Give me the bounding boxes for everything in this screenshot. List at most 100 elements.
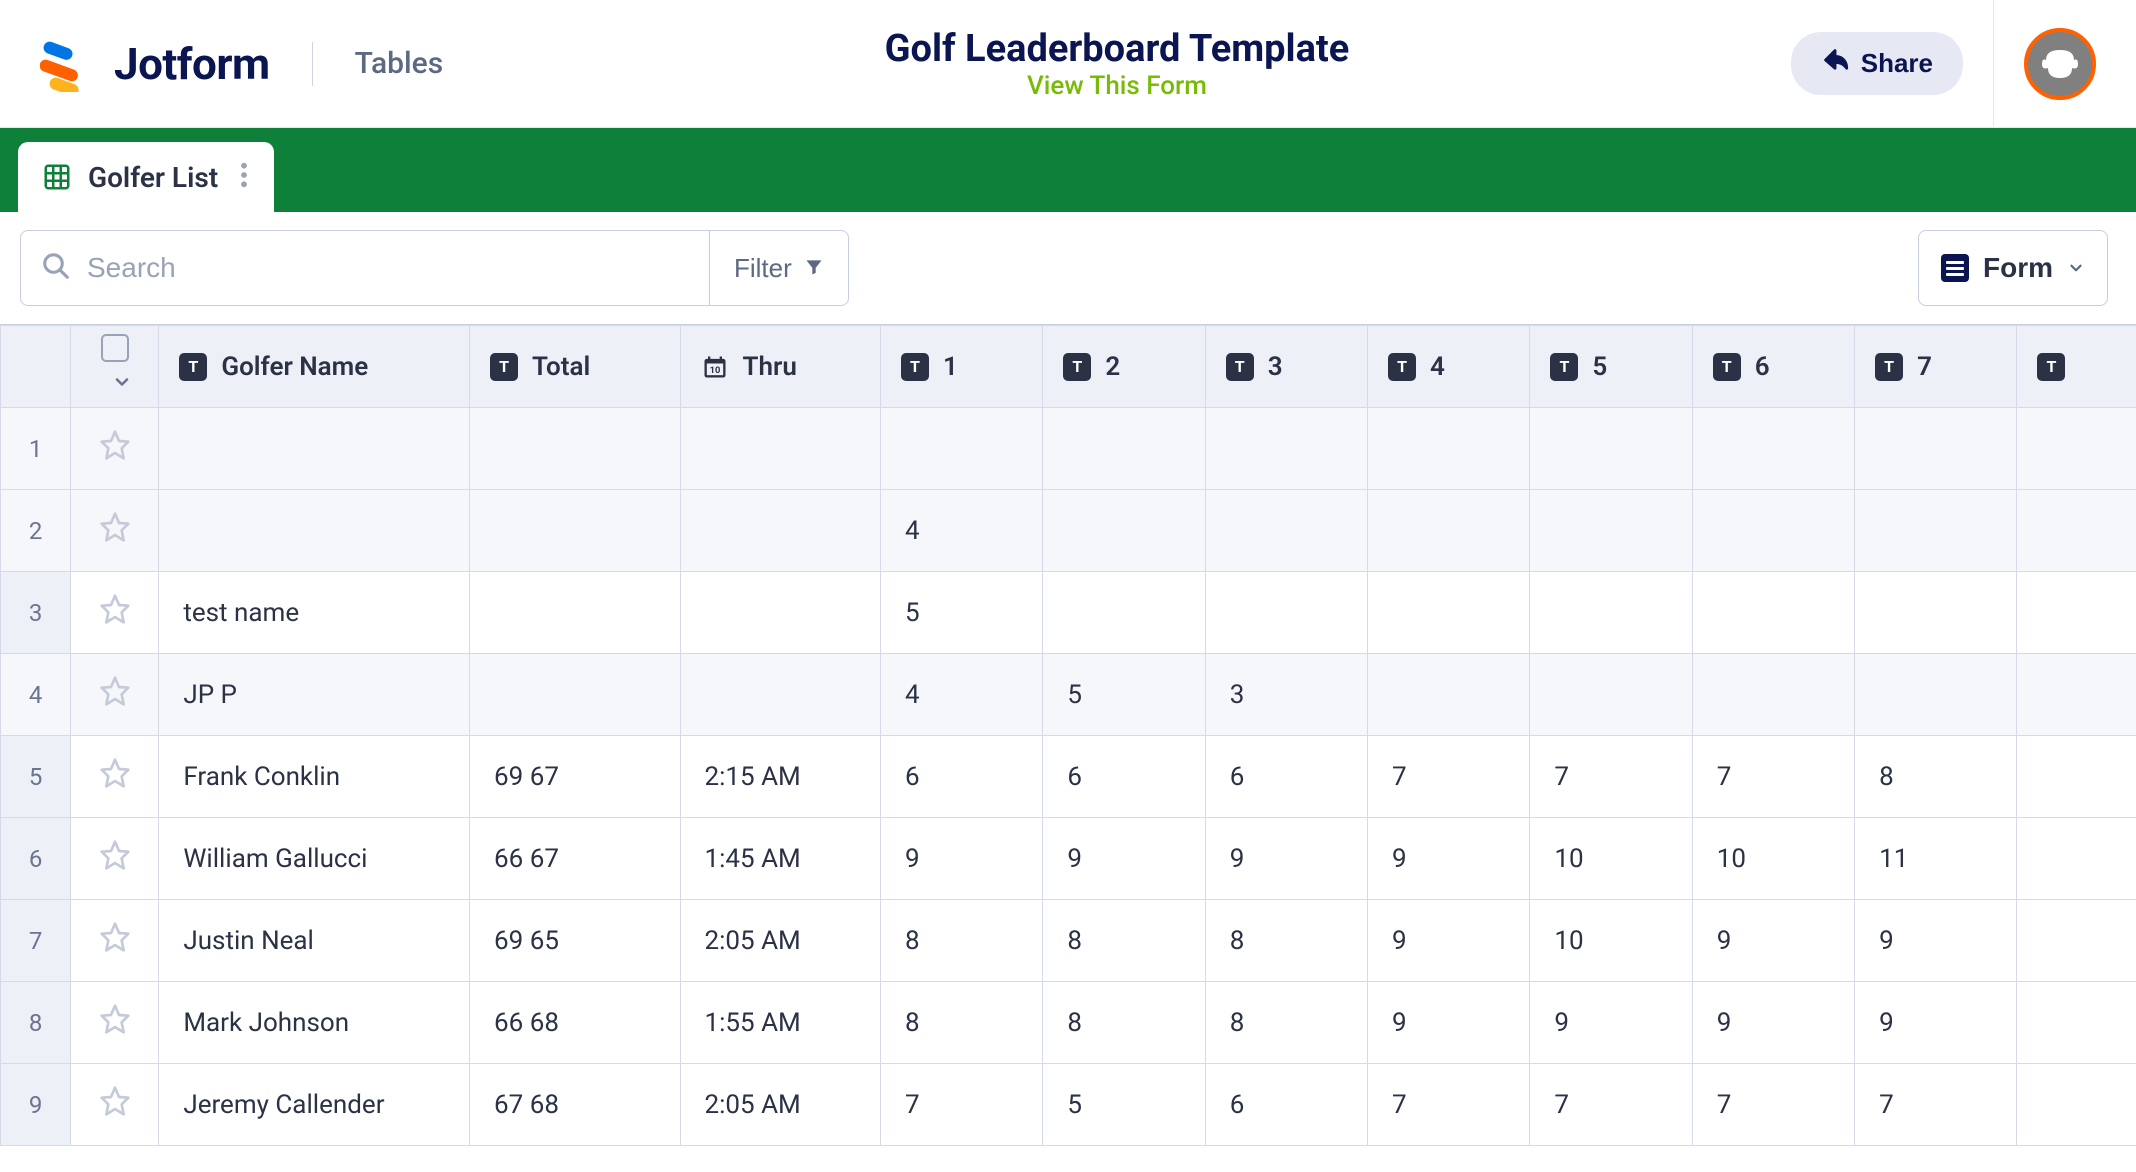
cell-hole-4[interactable]: 9 (1368, 900, 1530, 982)
cell-thru[interactable] (680, 408, 880, 490)
cell-hole-2[interactable] (1043, 408, 1205, 490)
cell-hole-3[interactable]: 8 (1205, 900, 1367, 982)
row-star[interactable] (71, 654, 159, 736)
cell-hole-4[interactable] (1368, 572, 1530, 654)
cell-hole-4[interactable] (1368, 490, 1530, 572)
cell-hole-6[interactable]: 7 (1692, 1064, 1854, 1146)
tab-golfer-list[interactable]: Golfer List (18, 142, 274, 212)
search-input[interactable] (87, 252, 689, 284)
cell-hole-1[interactable]: 5 (880, 572, 1042, 654)
cell-hole-1[interactable] (880, 408, 1042, 490)
table-row[interactable]: 3test name5 (1, 572, 2136, 654)
chevron-down-icon[interactable] (112, 369, 132, 399)
cell-hole-3[interactable] (1205, 490, 1367, 572)
cell-hole-8[interactable] (2017, 982, 2136, 1064)
cell-hole-2[interactable]: 8 (1043, 900, 1205, 982)
form-dropdown-button[interactable]: Form (1918, 230, 2108, 306)
cell-hole-6[interactable]: 9 (1692, 982, 1854, 1064)
cell-hole-2[interactable] (1043, 572, 1205, 654)
header-hole-1[interactable]: T1 (880, 326, 1042, 408)
cell-hole-3[interactable] (1205, 572, 1367, 654)
cell-hole-6[interactable]: 7 (1692, 736, 1854, 818)
table-row[interactable]: 5Frank Conklin69 672:15 AM6667778 (1, 736, 2136, 818)
cell-hole-3[interactable]: 6 (1205, 1064, 1367, 1146)
cell-total[interactable]: 69 67 (470, 736, 680, 818)
row-star[interactable] (71, 736, 159, 818)
cell-hole-7[interactable] (1855, 490, 2017, 572)
cell-name[interactable] (159, 408, 470, 490)
cell-hole-7[interactable] (1855, 654, 2017, 736)
cell-hole-3[interactable]: 3 (1205, 654, 1367, 736)
cell-name[interactable]: Mark Johnson (159, 982, 470, 1064)
header-thru[interactable]: 10 Thru (680, 326, 880, 408)
cell-hole-4[interactable]: 9 (1368, 982, 1530, 1064)
cell-name[interactable]: JP P (159, 654, 470, 736)
cell-hole-4[interactable]: 9 (1368, 818, 1530, 900)
cell-hole-7[interactable]: 9 (1855, 900, 2017, 982)
cell-hole-8[interactable] (2017, 736, 2136, 818)
header-hole-5[interactable]: T5 (1530, 326, 1692, 408)
cell-hole-3[interactable]: 9 (1205, 818, 1367, 900)
cell-thru[interactable]: 2:15 AM (680, 736, 880, 818)
cell-thru[interactable] (680, 572, 880, 654)
cell-hole-5[interactable] (1530, 490, 1692, 572)
cell-hole-1[interactable]: 4 (880, 654, 1042, 736)
cell-hole-3[interactable]: 6 (1205, 736, 1367, 818)
cell-hole-8[interactable] (2017, 818, 2136, 900)
cell-total[interactable]: 67 68 (470, 1064, 680, 1146)
cell-total[interactable] (470, 490, 680, 572)
table-row[interactable]: 4JP P453 (1, 654, 2136, 736)
cell-hole-1[interactable]: 6 (880, 736, 1042, 818)
cell-hole-8[interactable] (2017, 900, 2136, 982)
cell-hole-6[interactable] (1692, 572, 1854, 654)
cell-hole-2[interactable]: 5 (1043, 654, 1205, 736)
cell-hole-4[interactable]: 7 (1368, 1064, 1530, 1146)
row-star[interactable] (71, 408, 159, 490)
cell-hole-6[interactable] (1692, 654, 1854, 736)
cell-hole-1[interactable]: 7 (880, 1064, 1042, 1146)
cell-hole-8[interactable] (2017, 408, 2136, 490)
row-star[interactable] (71, 982, 159, 1064)
cell-hole-1[interactable]: 8 (880, 900, 1042, 982)
cell-hole-6[interactable] (1692, 408, 1854, 490)
row-star[interactable] (71, 900, 159, 982)
table-row[interactable]: 7Justin Neal69 652:05 AM88891099 (1, 900, 2136, 982)
cell-hole-5[interactable]: 9 (1530, 982, 1692, 1064)
cell-hole-3[interactable] (1205, 408, 1367, 490)
row-star[interactable] (71, 572, 159, 654)
row-star[interactable] (71, 1064, 159, 1146)
cell-total[interactable]: 66 67 (470, 818, 680, 900)
cell-thru[interactable] (680, 490, 880, 572)
cell-total[interactable]: 69 65 (470, 900, 680, 982)
row-star[interactable] (71, 818, 159, 900)
cell-hole-5[interactable]: 7 (1530, 736, 1692, 818)
cell-hole-1[interactable]: 4 (880, 490, 1042, 572)
table-row[interactable]: 8Mark Johnson66 681:55 AM8889999 (1, 982, 2136, 1064)
cell-hole-1[interactable]: 9 (880, 818, 1042, 900)
table-row[interactable]: 6William Gallucci66 671:45 AM9999101011 (1, 818, 2136, 900)
cell-hole-6[interactable]: 9 (1692, 900, 1854, 982)
cell-hole-2[interactable]: 9 (1043, 818, 1205, 900)
cell-hole-2[interactable]: 6 (1043, 736, 1205, 818)
table-row[interactable]: 1 (1, 408, 2136, 490)
cell-hole-8[interactable] (2017, 490, 2136, 572)
cell-hole-2[interactable] (1043, 490, 1205, 572)
cell-name[interactable]: Justin Neal (159, 900, 470, 982)
cell-hole-5[interactable]: 10 (1530, 818, 1692, 900)
cell-hole-5[interactable]: 10 (1530, 900, 1692, 982)
cell-thru[interactable]: 2:05 AM (680, 900, 880, 982)
cell-hole-5[interactable] (1530, 408, 1692, 490)
cell-hole-8[interactable] (2017, 654, 2136, 736)
header-hole-6[interactable]: T6 (1692, 326, 1854, 408)
table-row[interactable]: 9Jeremy Callender67 682:05 AM7567777 (1, 1064, 2136, 1146)
cell-thru[interactable] (680, 654, 880, 736)
cell-total[interactable] (470, 408, 680, 490)
cell-hole-8[interactable] (2017, 1064, 2136, 1146)
cell-hole-4[interactable] (1368, 408, 1530, 490)
view-form-link[interactable]: View This Form (1027, 71, 1207, 101)
cell-hole-5[interactable] (1530, 572, 1692, 654)
table-row[interactable]: 24 (1, 490, 2136, 572)
header-hole-8[interactable]: T (2017, 326, 2136, 408)
header-hole-7[interactable]: T7 (1855, 326, 2017, 408)
cell-hole-7[interactable]: 8 (1855, 736, 2017, 818)
